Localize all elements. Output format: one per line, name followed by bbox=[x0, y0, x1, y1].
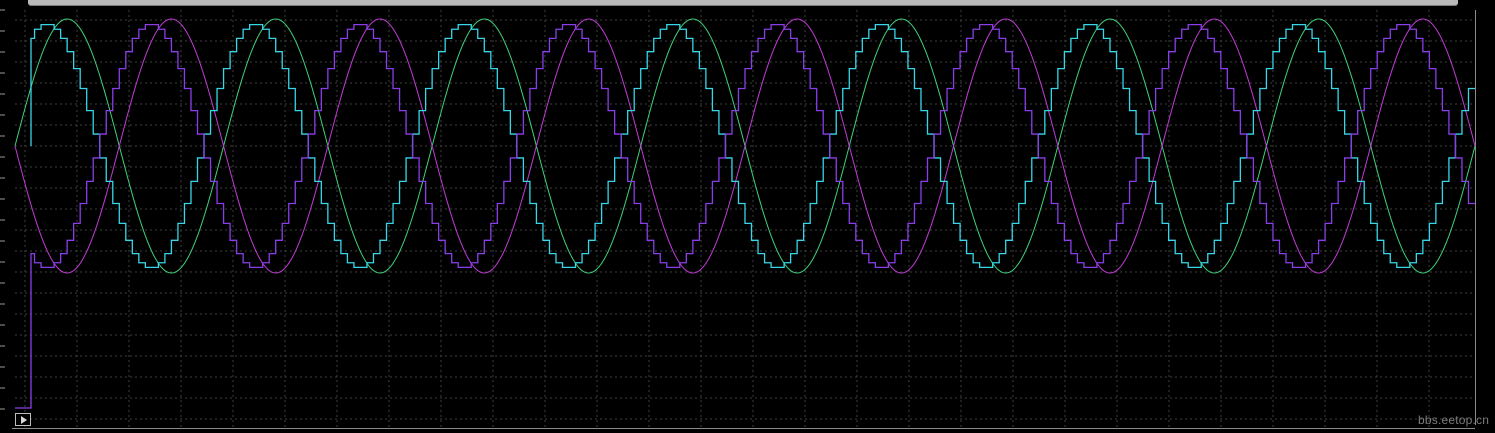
watermark: bbs.eetop.cn bbox=[1418, 413, 1490, 427]
play-button[interactable] bbox=[15, 413, 31, 426]
oscilloscope-window: bbs.eetop.cn bbox=[0, 0, 1495, 433]
waveform-plot bbox=[14, 10, 1476, 428]
traces bbox=[14, 18, 1476, 409]
